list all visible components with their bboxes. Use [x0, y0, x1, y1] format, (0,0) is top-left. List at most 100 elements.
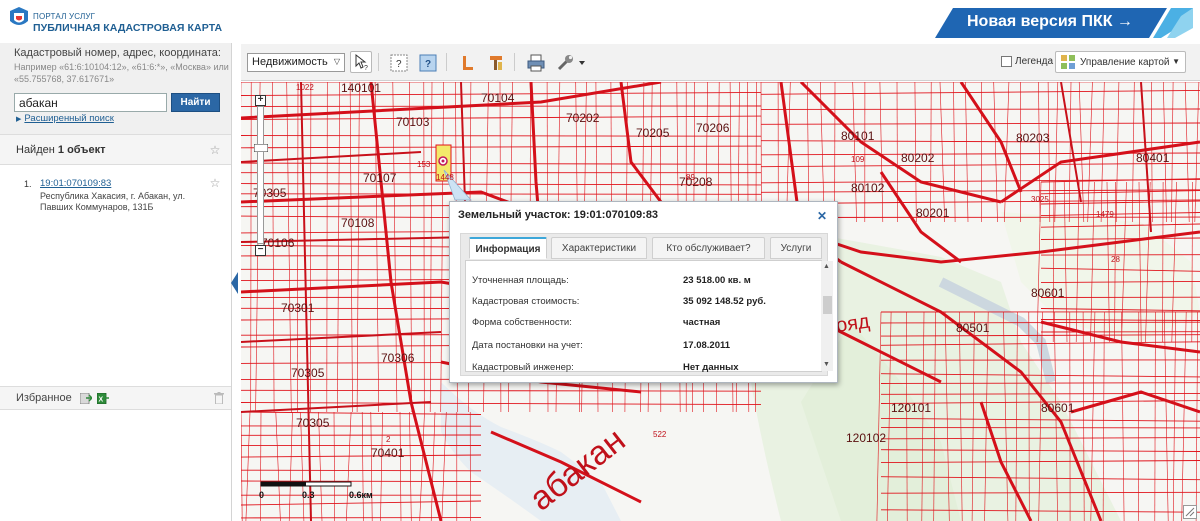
measure-info-icon: ? [390, 54, 408, 72]
map-label: 70208 [679, 175, 713, 189]
map-label: 109 [851, 155, 865, 164]
import-excel-icon[interactable]: X [97, 393, 109, 404]
area-button[interactable] [484, 51, 506, 73]
print-button[interactable] [524, 51, 546, 73]
chevron-down-icon: ▼ [1172, 57, 1180, 66]
tab-characteristics[interactable]: Характеристики [551, 237, 647, 259]
sidebar: Кадастровый номер, адрес, координата: На… [0, 43, 232, 521]
parcel-line [241, 469, 482, 472]
result-list: 1. 19:01:070109:83 ☆ Республика Хакасия,… [0, 165, 231, 385]
map-label: 70202 [566, 111, 600, 125]
identify-tool-button[interactable]: ? [350, 51, 372, 73]
scroll-down-icon[interactable]: ▼ [823, 361, 830, 368]
ownership-value: частная [683, 317, 721, 328]
scale-label-2: 0.6км [349, 490, 373, 500]
map-label: 153 [417, 160, 431, 169]
search-panel: Кадастровый номер, адрес, координата: На… [0, 43, 231, 135]
ruler-icon [463, 56, 473, 70]
legend-checkbox[interactable] [1001, 56, 1012, 67]
registration-date-value: 17.08.2011 [683, 340, 731, 351]
map-label: 70104 [481, 91, 515, 105]
star-icon[interactable]: ☆ [208, 143, 222, 157]
layer-select-value: Недвижимость [252, 56, 328, 68]
map-label: 80201 [916, 206, 950, 220]
cursor-question-icon: ? [355, 53, 368, 72]
portal-title[interactable]: ПУБЛИЧНАЯ КАДАСТРОВАЯ КАРТА [33, 22, 222, 34]
map-label: 80202 [901, 151, 935, 165]
advanced-search-link[interactable]: ▶ Расширенный поиск [16, 113, 114, 124]
map-label: 70103 [396, 115, 430, 129]
favorites-label: Избранное [16, 392, 72, 404]
result-number: 1. [24, 179, 32, 189]
map-label: 80601 [1041, 401, 1075, 415]
export-excel-icon[interactable] [80, 393, 92, 404]
chevron-down-icon: ▽ [333, 57, 340, 66]
map-control-dropdown[interactable]: Управление картой ▼ [1055, 51, 1186, 73]
scrollbar-thumb[interactable] [823, 296, 832, 314]
zoom-slider-thumb[interactable] [254, 144, 268, 152]
result-cadastral-link[interactable]: 19:01:070109:83 [40, 178, 111, 189]
close-icon[interactable]: ✕ [817, 209, 827, 223]
toolbar-divider [446, 53, 447, 71]
zoom-out-button[interactable]: − [255, 245, 266, 256]
ownership-label: Форма собственности: [472, 317, 572, 328]
tab-who-serves[interactable]: Кто обслуживает? [652, 237, 765, 259]
portal-logo-icon[interactable] [8, 7, 30, 31]
new-version-button[interactable]: Новая версия ПКК → [935, 8, 1193, 38]
map-label: 89 [686, 173, 695, 182]
scroll-up-icon[interactable]: ▲ [823, 263, 830, 270]
svg-text:?: ? [364, 65, 368, 72]
result-address: Республика Хакасия, г. Абакан, ул. Павши… [40, 191, 186, 212]
zoom-in-button[interactable]: + [255, 95, 266, 106]
popup-scrollbar[interactable] [821, 261, 833, 371]
map-label: 70106 [261, 236, 295, 250]
tab-info[interactable]: Информация [469, 237, 547, 259]
map-label: 522 [653, 430, 667, 439]
grid-layers-icon [1061, 55, 1075, 69]
map-label: 80401 [1136, 151, 1170, 165]
svg-text:?: ? [425, 59, 431, 70]
favorites-header: Избранное X [0, 386, 231, 410]
layer-select[interactable]: Недвижимость ▽ [247, 53, 345, 72]
info-question-icon: ? [419, 54, 437, 72]
search-title: Кадастровый номер, адрес, координата: [14, 47, 221, 59]
tools-dropdown-button[interactable] [554, 51, 588, 73]
map-label: 70301 [281, 301, 315, 315]
trash-icon[interactable] [214, 392, 224, 404]
map-label: 70205 [636, 126, 670, 140]
map-label: 80601 [1031, 286, 1065, 300]
area-value: 23 518.00 кв. м [683, 275, 751, 286]
svg-text:?: ? [396, 59, 402, 70]
advanced-search-label: Расширенный поиск [24, 113, 114, 124]
measure-question-button[interactable]: ? [387, 51, 409, 73]
tab-services[interactable]: Услуги [770, 237, 822, 259]
toolbar-divider [378, 53, 379, 71]
search-hint: Например «61:6:10104:12», «61:6:*», «Мос… [14, 62, 229, 84]
map-toolbar: Недвижимость ▽ ? ? ? Легенда Управление … [241, 44, 1200, 81]
found-count: 1 объект [57, 144, 106, 156]
map-control-label: Управление картой [1080, 57, 1170, 68]
map-label: 2 [386, 435, 391, 444]
legend-label[interactable]: Легенда [1015, 56, 1053, 67]
engineer-label: Кадастровый инженер: [472, 362, 574, 373]
resize-corner-icon[interactable] [1183, 505, 1197, 519]
engineer-value: Нет данных [683, 362, 739, 373]
zoom-slider[interactable] [257, 106, 264, 244]
cost-label: Кадастровая стоимость: [472, 296, 580, 307]
collapse-sidebar-handle[interactable] [231, 272, 238, 294]
map-marker-dot [441, 159, 445, 163]
info-button[interactable]: ? [416, 51, 438, 73]
wrench-icon [557, 55, 585, 71]
ruler-button[interactable] [455, 51, 477, 73]
map-label: 1022 [296, 83, 314, 92]
result-star-icon[interactable]: ☆ [208, 176, 222, 190]
search-input[interactable] [14, 93, 167, 112]
map-label: 70107 [363, 171, 397, 185]
search-button[interactable]: Найти [171, 93, 220, 112]
map-label: 80102 [851, 181, 885, 195]
portal-subtitle: ПОРТАЛ УСЛУГ [33, 12, 96, 21]
found-label: Найден 1 объект [16, 144, 105, 156]
map-label: 70206 [696, 121, 730, 135]
map-label: 28 [1111, 255, 1120, 264]
registration-date-label: Дата постановки на учет: [472, 340, 583, 351]
